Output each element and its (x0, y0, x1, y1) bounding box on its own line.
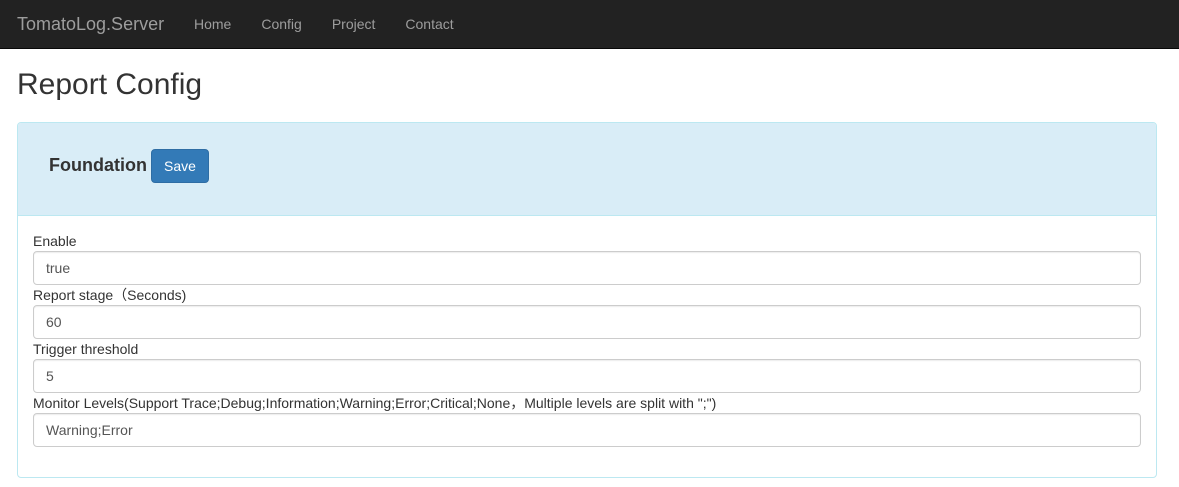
nav-item-project: Project (317, 0, 391, 49)
nav-item-contact: Contact (390, 0, 468, 49)
nav-link-home[interactable]: Home (179, 0, 246, 48)
enable-input[interactable] (33, 251, 1141, 285)
nav-item-config: Config (246, 0, 316, 49)
trigger-threshold-input[interactable] (33, 359, 1141, 393)
foundation-panel: Foundation Save Enable Report stage（Seco… (17, 122, 1157, 478)
monitor-levels-input[interactable] (33, 413, 1141, 447)
nav-link-config[interactable]: Config (246, 0, 316, 48)
report-stage-label: Report stage（Seconds) (33, 287, 187, 303)
nav-link-project[interactable]: Project (317, 0, 391, 48)
save-button[interactable]: Save (151, 149, 209, 183)
trigger-threshold-label: Trigger threshold (33, 341, 139, 357)
top-navbar: TomatoLog.Server Home Config Project Con… (0, 0, 1179, 49)
nav-item-home: Home (179, 0, 246, 49)
report-stage-input[interactable] (33, 305, 1141, 339)
enable-label: Enable (33, 233, 77, 249)
nav-link-contact[interactable]: Contact (390, 0, 468, 48)
page-title: Report Config (17, 68, 203, 101)
panel-heading: Foundation Save (18, 123, 1156, 216)
monitor-levels-label: Monitor Levels(Support Trace;Debug;Infor… (33, 395, 717, 411)
brand-link[interactable]: TomatoLog.Server (17, 0, 164, 49)
panel-title: Foundation (49, 155, 147, 175)
nav-menu: Home Config Project Contact (179, 0, 469, 49)
